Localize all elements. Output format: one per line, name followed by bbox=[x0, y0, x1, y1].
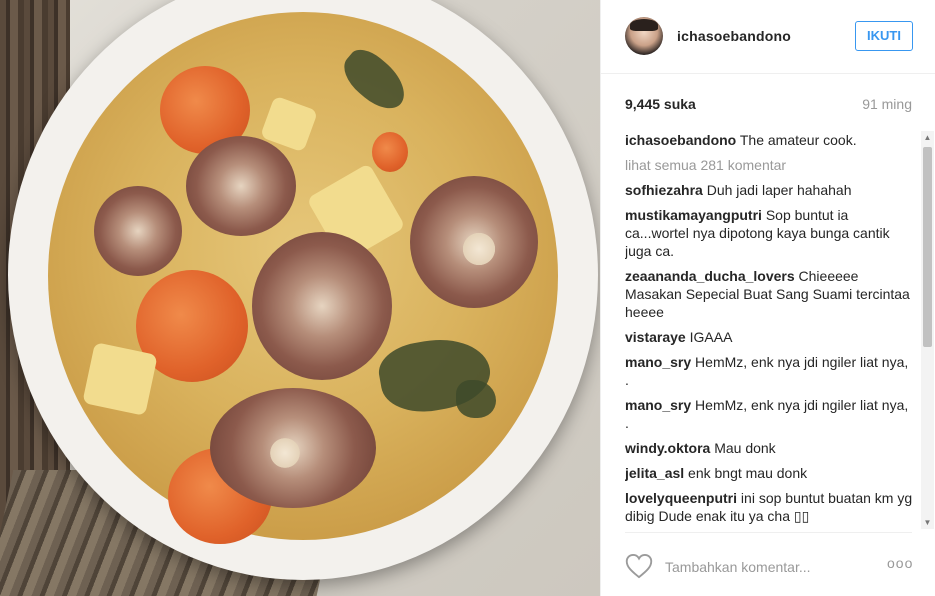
post-photo[interactable] bbox=[0, 0, 600, 596]
comment-item: windy.oktora Mau donk bbox=[625, 439, 915, 457]
comment-item: vistaraye IGAAA bbox=[625, 328, 915, 346]
comment-item: mano_sry HemMz, enk nya jdi ngiler liat … bbox=[625, 396, 915, 432]
comment-item: zeaananda_ducha_lovers Chieeeee Masakan … bbox=[625, 267, 915, 321]
comment-author[interactable]: mustikamayangputri bbox=[625, 207, 762, 223]
comment-author[interactable]: jelita_asl bbox=[625, 465, 684, 481]
comment-author[interactable]: windy.oktora bbox=[625, 440, 710, 456]
comment-author[interactable]: vistaraye bbox=[625, 329, 686, 345]
post-time[interactable]: 91 ming bbox=[862, 96, 912, 112]
comment-text: Mau donk bbox=[714, 440, 776, 456]
avatar[interactable] bbox=[625, 17, 663, 55]
heart-icon[interactable] bbox=[625, 553, 653, 579]
comment-author[interactable]: mano_sry bbox=[625, 354, 691, 370]
carrot-slice bbox=[372, 132, 408, 172]
scroll-down-arrow[interactable]: ▼ bbox=[921, 516, 934, 529]
comment-item: jelita_asl enk bngt mau donk bbox=[625, 464, 915, 482]
marrow-bone bbox=[454, 224, 504, 274]
marrow-bone bbox=[262, 430, 308, 476]
add-comment-input[interactable] bbox=[663, 554, 867, 580]
caption-author[interactable]: ichasoebandono bbox=[625, 132, 736, 148]
post-sidebar: ichasoebandono IKUTI 9,445 suka 91 ming … bbox=[600, 0, 935, 596]
comment-footer: ooo bbox=[625, 532, 912, 596]
comments-scrollbar[interactable]: ▲ ▼ bbox=[921, 131, 934, 529]
comment-text: Duh jadi laper hahahah bbox=[706, 182, 852, 198]
oxtail-piece bbox=[186, 136, 296, 236]
comment-item: mano_sry HemMz, enk nya jdi ngiler liat … bbox=[625, 353, 915, 389]
view-all-comments-link[interactable]: lihat semua 281 komentar bbox=[625, 156, 915, 174]
oxtail-piece bbox=[94, 186, 182, 276]
avatar-hair bbox=[630, 19, 658, 31]
oxtail-piece bbox=[252, 232, 392, 380]
username-link[interactable]: ichasoebandono bbox=[677, 28, 791, 44]
more-options-icon[interactable]: ooo bbox=[887, 555, 913, 571]
scroll-up-arrow[interactable]: ▲ bbox=[921, 131, 934, 144]
follow-button[interactable]: IKUTI bbox=[855, 21, 913, 51]
comment-text: enk bngt mau donk bbox=[688, 465, 808, 481]
comment-author[interactable]: mano_sry bbox=[625, 397, 691, 413]
caption-text: The amateur cook. bbox=[739, 132, 857, 148]
comments-list[interactable]: ichasoebandono The amateur cook. lihat s… bbox=[625, 131, 915, 531]
herb-leaf bbox=[456, 380, 496, 418]
caption: ichasoebandono The amateur cook. bbox=[625, 131, 915, 149]
likes-count[interactable]: 9,445 suka bbox=[625, 96, 696, 112]
post-stats: 9,445 suka 91 ming bbox=[601, 74, 935, 126]
comment-item: sofhiezahra Duh jadi laper hahahah bbox=[625, 181, 915, 199]
comment-author[interactable]: zeaananda_ducha_lovers bbox=[625, 268, 795, 284]
post-header: ichasoebandono IKUTI bbox=[601, 0, 935, 74]
scrollbar-thumb[interactable] bbox=[923, 147, 932, 347]
comment-author[interactable]: lovelyqueenputri bbox=[625, 490, 737, 506]
potato-chunk bbox=[82, 342, 158, 416]
comment-author[interactable]: sofhiezahra bbox=[625, 182, 703, 198]
comment-text: IGAAA bbox=[689, 329, 733, 345]
comment-item: mustikamayangputri Sop buntut ia ca...wo… bbox=[625, 206, 915, 260]
comment-item: lovelyqueenputri ini sop buntut buatan k… bbox=[625, 489, 915, 525]
